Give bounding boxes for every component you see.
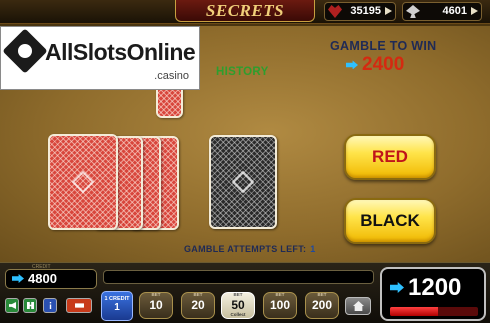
lines-button[interactable]: 1 CREDIT 1	[101, 291, 133, 321]
sound-button[interactable]	[5, 298, 19, 313]
jackpot-heart-value: 35195	[350, 5, 381, 17]
chevron-right-icon	[471, 7, 478, 15]
win-display: 1200	[380, 267, 486, 321]
bet-caption: BET	[233, 292, 243, 297]
logo-subtext: .casino	[154, 70, 189, 82]
lines-value: 1	[114, 302, 120, 313]
exit-icon	[75, 303, 84, 308]
arrow-right-icon	[12, 274, 24, 283]
win-progress-fill	[390, 307, 439, 316]
bet-value: 10	[149, 298, 163, 312]
top-bar: SECRETS 35195 4601	[0, 0, 490, 24]
collect-label: Collect	[230, 312, 246, 317]
gamble-amount-value: 2400	[362, 54, 405, 75]
home-button[interactable]	[345, 297, 371, 315]
sound-icon	[9, 302, 16, 309]
history-label: HISTORY	[216, 66, 269, 78]
home-icon	[353, 301, 364, 311]
fullscreen-icon	[27, 302, 34, 309]
chevron-right-icon	[385, 7, 392, 15]
gamble-table: AllSlotsOnline .casino 1200 HISTORY GAMB…	[0, 24, 490, 262]
bet-value: 100	[269, 298, 291, 312]
gamble-title: GAMBLE TO WIN	[330, 39, 437, 53]
jackpot-spade-value: 4601	[442, 5, 467, 17]
bet-button-20[interactable]: BET 20	[181, 292, 215, 319]
gamble-amount: 2400	[346, 54, 404, 76]
face-down-card	[209, 135, 277, 229]
watermark-logo: AllSlotsOnline .casino	[0, 26, 200, 90]
logo-text: AllSlotsOnline	[45, 39, 196, 65]
info-icon	[49, 302, 52, 309]
game-title: SECRETS	[205, 1, 285, 20]
logo-diamond-icon	[2, 28, 48, 74]
bet-caption: BET	[151, 292, 161, 297]
bet-caption: BET	[193, 292, 203, 297]
fullscreen-button[interactable]	[23, 298, 37, 313]
exit-button[interactable]	[66, 298, 92, 313]
red-button[interactable]: RED	[344, 134, 436, 180]
jackpot-meter-spade: 4601	[402, 2, 482, 21]
deck-top-card	[48, 134, 118, 230]
black-button[interactable]: BLACK	[344, 198, 436, 244]
win-progress-bar	[390, 307, 478, 316]
arrow-right-icon	[390, 282, 404, 293]
bet-value: 200	[311, 298, 333, 312]
message-bar	[103, 270, 374, 284]
credit-display: 4800	[5, 269, 97, 289]
bet-button-10[interactable]: BET 10	[139, 292, 173, 319]
bet-button-100[interactable]: BET 100	[263, 292, 297, 319]
bottom-panel: CREDIT 4800 1 CREDIT 1 BET 10 BET 20 BET…	[0, 262, 490, 323]
game-title-plate: SECRETS	[175, 0, 315, 22]
info-button[interactable]	[43, 298, 57, 313]
bet-caption: BET	[275, 292, 285, 297]
attempts-label: GAMBLE ATTEMPTS LEFT:	[184, 244, 307, 254]
jackpot-meter-heart: 35195	[324, 2, 396, 21]
arrow-right-icon	[346, 60, 358, 70]
bet-caption: BET	[317, 292, 327, 297]
attempts-value: 1	[310, 244, 316, 254]
bet-button-200[interactable]: BET 200	[305, 292, 339, 319]
card-emblem-icon	[231, 170, 255, 194]
bet-value: 50	[231, 298, 245, 312]
bet-button-50[interactable]: BET 50 Collect	[221, 292, 255, 319]
bet-value: 20	[191, 298, 205, 312]
win-amount: 1200	[408, 274, 462, 301]
spade-icon	[406, 5, 420, 18]
card-emblem-icon	[71, 170, 95, 194]
credit-value: 4800	[28, 271, 57, 286]
heart-icon	[328, 5, 342, 18]
gamble-attempts: GAMBLE ATTEMPTS LEFT: 1	[184, 244, 316, 254]
